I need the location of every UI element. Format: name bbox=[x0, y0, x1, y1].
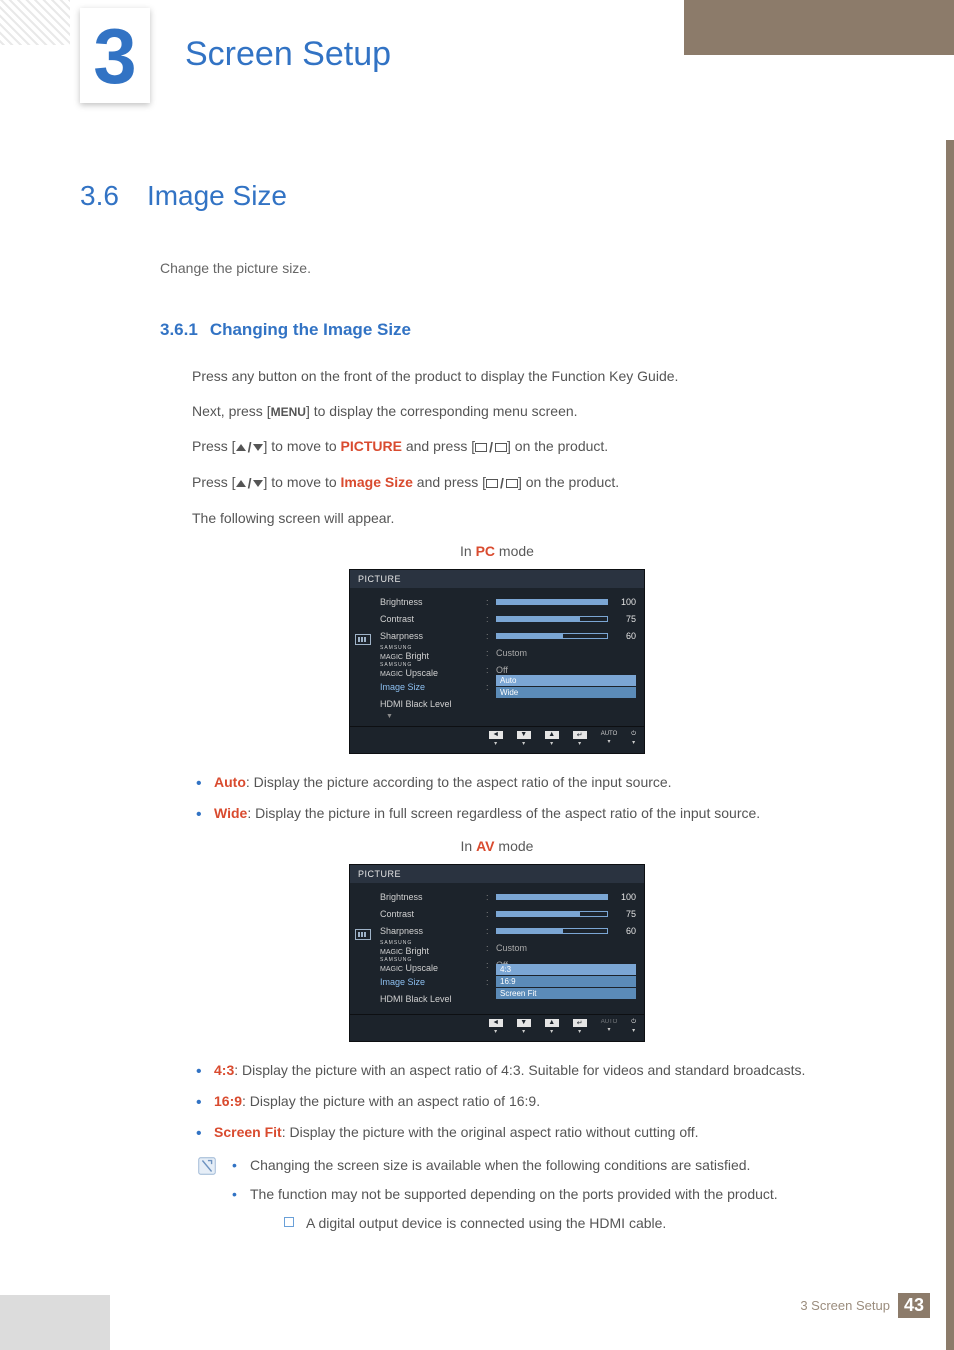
osd-category-icon bbox=[354, 889, 372, 1008]
header-accent bbox=[684, 0, 954, 55]
subsection-title: Changing the Image Size bbox=[210, 320, 411, 339]
bullet-auto: Auto: Display the picture according to t… bbox=[196, 772, 914, 793]
section-heading: 3.6 Image Size bbox=[80, 180, 914, 212]
osd-av: PICTURE Brightness:100 Contrast:75 Sharp… bbox=[349, 864, 645, 1042]
corner-hatch bbox=[0, 0, 70, 45]
side-accent bbox=[946, 140, 954, 1350]
bottom-accent bbox=[0, 1295, 110, 1350]
osd-image-size: Image Size bbox=[380, 977, 482, 987]
step-2: Next, press [MENU] to display the corres… bbox=[192, 401, 914, 422]
chapter-badge: 3 bbox=[80, 8, 150, 103]
osd-title: PICTURE bbox=[350, 570, 644, 588]
up-down-icon: / bbox=[236, 437, 264, 458]
osd-footer: ◄▾ ▼▾ ▲▾ ↵▾ AUTO▾ ⏻▾ bbox=[350, 1014, 644, 1041]
chapter-number: 3 bbox=[93, 17, 136, 95]
osd-image-size: Image Size bbox=[380, 682, 482, 692]
subsection-number: 3.6.1 bbox=[160, 320, 198, 339]
section-intro: Change the picture size. bbox=[160, 260, 914, 276]
nav-up-icon: ▲▾ bbox=[545, 731, 559, 747]
nav-auto: AUTO▾ bbox=[601, 1019, 618, 1035]
chapter-title: Screen Setup bbox=[185, 35, 391, 74]
section-title: Image Size bbox=[147, 180, 287, 211]
picture-label: PICTURE bbox=[341, 438, 402, 454]
menu-label: MENU bbox=[271, 405, 306, 419]
footer-text: 3 Screen Setup bbox=[800, 1298, 890, 1313]
page-number: 43 bbox=[898, 1293, 930, 1318]
bullet-43: 4:3: Display the picture with an aspect … bbox=[196, 1060, 914, 1081]
osd-title: PICTURE bbox=[350, 865, 644, 883]
pc-bullets: Auto: Display the picture according to t… bbox=[196, 772, 914, 824]
step-1: Press any button on the front of the pro… bbox=[192, 366, 914, 387]
step-3: Press [/] to move to PICTURE and press [… bbox=[192, 436, 914, 458]
nav-left-icon: ◄▾ bbox=[489, 1019, 503, 1035]
select-return-icon: / bbox=[475, 437, 507, 458]
section-number: 3.6 bbox=[80, 180, 119, 211]
osd-category-icon bbox=[354, 594, 372, 720]
nav-enter-icon: ↵▾ bbox=[573, 1019, 587, 1035]
osd-dropdown-av: 4:316:9Screen Fit bbox=[496, 964, 636, 1000]
note-1: Changing the screen size is available wh… bbox=[232, 1155, 778, 1176]
av-bullets: 4:3: Display the picture with an aspect … bbox=[196, 1060, 914, 1143]
nav-enter-icon: ↵▾ bbox=[573, 731, 587, 747]
bullet-wide: Wide: Display the picture in full screen… bbox=[196, 803, 914, 824]
nav-down-icon: ▼▾ bbox=[517, 731, 531, 747]
note-icon bbox=[196, 1155, 218, 1177]
nav-power-icon: ⏻▾ bbox=[631, 1019, 636, 1035]
up-down-icon: / bbox=[236, 473, 264, 494]
osd-dropdown-pc: AutoWide bbox=[496, 675, 636, 699]
bullet-fit: Screen Fit: Display the picture with the… bbox=[196, 1122, 914, 1143]
step-5: The following screen will appear. bbox=[192, 508, 914, 529]
nav-up-icon: ▲▾ bbox=[545, 1019, 559, 1035]
caption-av: In AV mode bbox=[80, 838, 914, 854]
bullet-169: 16:9: Display the picture with an aspect… bbox=[196, 1091, 914, 1112]
step-4: Press [/] to move to Image Size and pres… bbox=[192, 472, 914, 494]
note-2: The function may not be supported depend… bbox=[232, 1184, 778, 1234]
nav-power-icon: ⏻▾ bbox=[631, 731, 636, 747]
image-size-label: Image Size bbox=[341, 474, 413, 490]
subsection-heading: 3.6.1 Changing the Image Size bbox=[160, 320, 914, 340]
osd-footer: ◄▾ ▼▾ ▲▾ ↵▾ AUTO▾ ⏻▾ bbox=[350, 726, 644, 753]
note-block: Changing the screen size is available wh… bbox=[196, 1155, 914, 1242]
steps: Press any button on the front of the pro… bbox=[192, 366, 914, 529]
nav-auto: AUTO▾ bbox=[601, 731, 618, 747]
select-return-icon: / bbox=[486, 473, 518, 494]
osd-pc: PICTURE Brightness:100 Contrast:75 Sharp… bbox=[349, 569, 645, 754]
note-2a: A digital output device is connected usi… bbox=[284, 1213, 778, 1234]
nav-down-icon: ▼▾ bbox=[517, 1019, 531, 1035]
caption-pc: In PC mode bbox=[80, 543, 914, 559]
page-footer: 3 Screen Setup 43 bbox=[800, 1293, 930, 1318]
nav-left-icon: ◄▾ bbox=[489, 731, 503, 747]
